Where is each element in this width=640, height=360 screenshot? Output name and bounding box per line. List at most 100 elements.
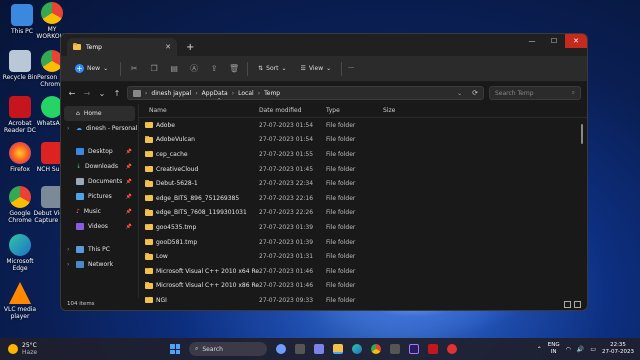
file-row[interactable]: goo4535.tmp 27-07-2023 01:39 File folder xyxy=(139,220,587,235)
chevron-up-icon[interactable]: ⌃ xyxy=(537,346,542,353)
pin-icon[interactable]: 📌 xyxy=(126,164,132,170)
nav-item-personal[interactable]: › ☁ dinesh - Personal xyxy=(61,121,138,136)
breadcrumb-item[interactable]: Temp xyxy=(264,90,280,97)
chevron-right-icon[interactable]: › xyxy=(67,125,72,132)
file-name: Debut-5628-1 xyxy=(156,180,198,188)
edge-icon[interactable] xyxy=(352,344,362,354)
chevron-down-icon: ⌄ xyxy=(281,65,287,72)
breadcrumb-item[interactable]: Local xyxy=(238,90,254,97)
copilot-icon[interactable] xyxy=(276,344,286,354)
recent-chevron-icon[interactable]: ⌄ xyxy=(97,89,107,98)
store-icon[interactable] xyxy=(390,344,400,354)
taskbar-search[interactable]: ⌕ Search xyxy=(189,342,267,356)
file-date: 27-07-2023 22:26 xyxy=(259,209,314,217)
weather-widget[interactable]: 25°C Haze xyxy=(0,342,170,356)
language-indicator[interactable]: ENG IN xyxy=(548,342,560,356)
file-row[interactable]: edge_BITS_896_751269385 27-07-2023 22:16 F… xyxy=(139,191,587,206)
nav-item-desktop[interactable]: Desktop 📌 xyxy=(61,144,138,159)
view-button[interactable]: ☰ View ⌄ xyxy=(297,63,336,74)
details-view-button[interactable] xyxy=(564,300,571,308)
nav-item-music[interactable]: ♪ Music 📌 xyxy=(61,204,138,219)
nav-item-documents[interactable]: Documents 📌 xyxy=(61,174,138,189)
folder-icon xyxy=(145,282,153,289)
file-explorer-icon[interactable] xyxy=(333,344,343,354)
new-button[interactable]: + New ⌄ xyxy=(69,61,114,76)
breadcrumb-item[interactable]: AppData xyxy=(202,90,228,97)
file-row[interactable]: Microsoft Visual C++ 2010 x64 Redistrib.… xyxy=(139,264,587,279)
pin-icon[interactable]: 📌 xyxy=(126,209,132,215)
file-type: File folder xyxy=(326,238,356,246)
desktop-icon-edge[interactable]: Microsoft Edge xyxy=(0,234,40,272)
copy-icon[interactable]: ❐ xyxy=(147,64,161,73)
nav-item-home[interactable]: ⌂ Home xyxy=(64,106,135,121)
file-row[interactable]: AdobeVulcan 27-07-2023 01:54 File folder xyxy=(139,133,587,148)
tiles-view-button[interactable] xyxy=(574,300,581,308)
address-dropdown-icon[interactable]: ⌄ xyxy=(457,90,462,97)
column-header-date[interactable]: Date modified xyxy=(259,107,326,114)
tab-temp[interactable]: Temp ✕ xyxy=(67,38,177,56)
up-arrow-icon[interactable]: ↑ xyxy=(112,89,122,98)
record-icon[interactable] xyxy=(447,344,457,354)
pin-icon[interactable]: 📌 xyxy=(126,149,132,155)
wifi-icon[interactable]: ◠ xyxy=(566,346,571,353)
address-bar[interactable]: › dinesh jaypal › AppData › Local › Temp… xyxy=(127,86,484,100)
search-input[interactable]: Search Temp ⌕ xyxy=(489,86,581,100)
premiere-icon[interactable] xyxy=(409,344,419,354)
start-button[interactable] xyxy=(170,344,180,354)
column-header-type[interactable]: Type xyxy=(326,107,383,114)
sort-button[interactable]: ⇅ Sort ⌄ xyxy=(254,63,290,74)
column-header-size[interactable]: Size xyxy=(383,107,423,114)
refresh-icon[interactable]: ⟳ xyxy=(472,89,478,97)
file-row[interactable]: gooD581.tmp 27-07-2023 01:39 File folder xyxy=(139,235,587,250)
battery-icon[interactable]: ▭ xyxy=(590,346,596,353)
nch-icon[interactable] xyxy=(428,344,438,354)
file-row[interactable]: CreativeCloud 27-07-2023 01:45 File folder xyxy=(139,162,587,177)
file-date: 27-07-2023 01:55 xyxy=(259,150,314,158)
file-row[interactable]: Low 27-07-2023 01:31 File folder xyxy=(139,249,587,264)
file-row[interactable]: cep_cache 27-07-2023 01:55 File folder xyxy=(139,147,587,162)
delete-icon[interactable]: 🗑 xyxy=(227,64,241,73)
toolbar-divider xyxy=(341,61,343,76)
file-row[interactable]: Adobe 27-07-2023 01:54 File folder xyxy=(139,118,587,133)
search-icon: ⌕ xyxy=(195,345,199,352)
desktop-icon-vlc[interactable]: VLC media player xyxy=(0,282,40,320)
pin-icon[interactable]: 📌 xyxy=(126,179,132,185)
share-icon[interactable]: ⇪ xyxy=(207,64,221,73)
back-arrow-icon[interactable]: ← xyxy=(67,89,77,98)
breadcrumb-item[interactable]: dinesh jaypal xyxy=(151,90,191,97)
desktop-icon xyxy=(76,148,84,155)
monitor-icon xyxy=(11,4,33,26)
file-row[interactable]: Debut-5628-1 27-07-2023 22:34 File folder xyxy=(139,176,587,191)
volume-icon[interactable]: 🔊 xyxy=(577,346,584,353)
view-toggle xyxy=(564,300,581,308)
clock[interactable]: 22:35 27-07-2023 xyxy=(602,342,634,356)
column-header-name[interactable]: Name xyxy=(139,107,259,114)
forward-arrow-icon[interactable]: → xyxy=(82,89,92,98)
more-options-button[interactable]: ··· xyxy=(348,65,354,72)
nav-item-downloads[interactable]: ↓ Downloads 📌 xyxy=(61,159,138,174)
chevron-right-icon[interactable]: › xyxy=(67,261,72,268)
teams-icon[interactable] xyxy=(314,344,324,354)
maximize-button[interactable]: ☐ xyxy=(543,34,565,48)
rename-icon[interactable]: Ⓐ xyxy=(187,63,201,74)
chevron-right-icon[interactable]: › xyxy=(67,246,72,253)
pin-icon[interactable]: 📌 xyxy=(126,224,132,230)
close-window-button[interactable]: ✕ xyxy=(565,34,587,48)
file-explorer-window: Temp ✕ + — ☐ ✕ + New ⌄ ✂ ❐ ▤ Ⓐ ⇪ 🗑 ⇅ Sor… xyxy=(60,33,588,311)
new-tab-button[interactable]: + xyxy=(186,42,194,53)
chrome-icon[interactable] xyxy=(371,344,381,354)
nav-item-this-pc[interactable]: › This PC xyxy=(61,242,138,257)
close-tab-icon[interactable]: ✕ xyxy=(165,43,171,51)
nav-item-pictures[interactable]: Pictures 📌 xyxy=(61,189,138,204)
file-row[interactable]: Microsoft Visual C++ 2010 x86 Redistrib.… xyxy=(139,279,587,294)
nav-item-videos[interactable]: Videos 📌 xyxy=(61,219,138,234)
nav-item-network[interactable]: › Network xyxy=(61,257,138,272)
file-date: 27-07-2023 01:54 xyxy=(259,136,314,144)
file-row[interactable]: edge_BITS_7608_1199301031 27-07-2023 22:2… xyxy=(139,206,587,221)
task-view-icon[interactable] xyxy=(295,344,305,354)
scrollbar[interactable] xyxy=(581,124,583,144)
cut-icon[interactable]: ✂ xyxy=(127,64,141,73)
pin-icon[interactable]: 📌 xyxy=(126,194,132,200)
minimize-button[interactable]: — xyxy=(521,34,543,48)
paste-icon[interactable]: ▤ xyxy=(167,64,181,73)
